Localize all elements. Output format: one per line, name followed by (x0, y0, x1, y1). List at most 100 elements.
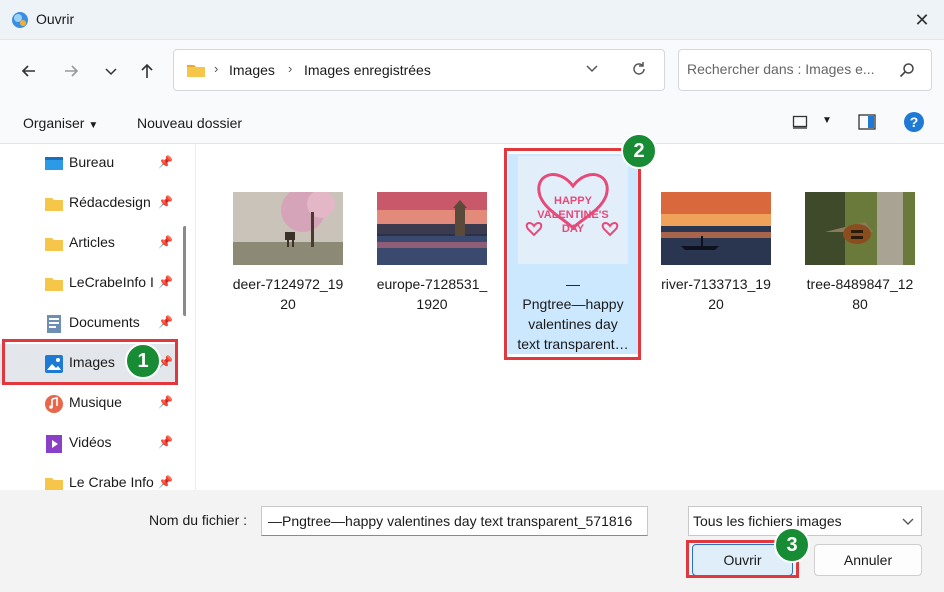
file-item-deer[interactable]: deer-7124972_19 20 (226, 144, 350, 324)
help-icon: ? (904, 112, 924, 132)
file-name-line: europe-7128531_ (376, 276, 488, 292)
navigation-pane: Bureau 📌 Rédacdesign 📌 Articles 📌 LeCrab… (0, 144, 186, 490)
file-name-line: 20 (280, 296, 296, 312)
file-name-line: 1920 (416, 296, 448, 312)
step-badge-2: 2 (621, 133, 657, 169)
organiser-label: Organiser (23, 115, 85, 131)
breadcrumb-separator-icon: › (214, 61, 219, 76)
pin-icon: 📌 (158, 155, 173, 169)
sidebar-item-articles[interactable]: Articles 📌 (0, 224, 178, 264)
sidebar-item-label: Le Crabe Info (69, 474, 154, 490)
file-name-line: tree-8489847_12 (806, 276, 914, 292)
window-title: Ouvrir (36, 11, 75, 27)
search-icon (899, 63, 914, 78)
sidebar-item-bureau[interactable]: Bureau 📌 (0, 144, 178, 184)
documents-icon (47, 315, 61, 333)
search-box[interactable] (678, 49, 932, 91)
recent-locations-button[interactable] (96, 56, 126, 86)
thumbnail-river (654, 192, 778, 265)
thumbnail-tree (798, 192, 922, 265)
sidebar-item-label: Rédacdesign (69, 194, 151, 210)
file-name-line: 20 (708, 296, 724, 312)
filetype-select[interactable]: Tous les fichiers images (688, 506, 922, 536)
sidebar-item-videos[interactable]: Vidéos 📌 (0, 424, 178, 464)
folder-icon (45, 478, 63, 490)
sidebar-item-musique[interactable]: Musique 📌 (0, 384, 178, 424)
pin-icon: 📌 (158, 475, 173, 489)
sidebar-item-label: Articles (69, 234, 115, 250)
highlight-selected-file (504, 148, 641, 360)
help-button[interactable]: ? (904, 112, 924, 132)
step-badge-1: 1 (125, 343, 161, 379)
filename-field[interactable]: —Pngtree—happy valentines day text trans… (261, 506, 648, 536)
filetype-value: Tous les fichiers images (693, 513, 842, 529)
refresh-button[interactable] (630, 60, 648, 81)
sidebar-item-label: Bureau (69, 154, 115, 170)
title-bar: Ouvrir ✕ (0, 0, 944, 40)
refresh-icon (633, 62, 645, 75)
arrow-up-icon (141, 63, 153, 78)
arrow-left-icon (21, 65, 35, 77)
thumbnail-europe (370, 192, 494, 265)
preview-pane-button[interactable] (858, 114, 876, 133)
address-bar[interactable]: › Images › Images enregistrées (173, 49, 665, 91)
sidebar-scrollbar[interactable] (183, 226, 186, 316)
pin-icon: 📌 (158, 395, 173, 409)
sidebar-item-lecrabeinfo[interactable]: LeCrabeInfo I 📌 (0, 264, 178, 304)
chevron-down-icon (586, 65, 598, 73)
pin-icon: 📌 (158, 435, 173, 449)
file-name: europe-7128531_ 1920 (370, 274, 494, 314)
sidebar-item-redacdesign[interactable]: Rédacdesign 📌 (0, 184, 178, 224)
videos-icon (46, 435, 62, 453)
sidebar-item-label: Vidéos (69, 434, 112, 450)
pin-icon: 📌 (158, 195, 173, 209)
pin-icon: 📌 (158, 275, 173, 289)
up-button[interactable] (132, 56, 162, 86)
folder-icon (45, 278, 63, 291)
back-button[interactable] (14, 56, 44, 86)
cancel-button[interactable]: Annuler (814, 544, 922, 576)
breadcrumb-images[interactable]: Images (229, 62, 275, 78)
sidebar-item-label: LeCrabeInfo I (69, 274, 154, 290)
folder-icon (45, 238, 63, 251)
file-item-tree[interactable]: tree-8489847_12 80 (798, 144, 922, 324)
app-icon (12, 12, 28, 28)
step-badge-3: 3 (774, 527, 810, 563)
music-icon (45, 395, 63, 413)
close-button[interactable]: ✕ (908, 6, 936, 34)
organiser-menu[interactable]: Organiser ▼ (23, 115, 98, 131)
caret-down-icon: ▼ (88, 120, 99, 131)
file-name: river-7133713_19 20 (654, 274, 778, 314)
sidebar-item-le-crabe-info[interactable]: Le Crabe Info 📌 (0, 464, 178, 490)
new-folder-button[interactable]: Nouveau dossier (137, 115, 242, 131)
pin-icon: 📌 (158, 235, 173, 249)
chevron-down-icon (902, 518, 914, 525)
chevron-down-icon (105, 68, 117, 76)
file-name: tree-8489847_12 80 (798, 274, 922, 314)
view-options-button[interactable] (792, 114, 808, 133)
desktop-icon (45, 157, 63, 170)
filename-label: Nom du fichier : (149, 512, 248, 528)
sidebar-item-documents[interactable]: Documents 📌 (0, 304, 178, 344)
breadcrumb-separator-icon: › (288, 61, 293, 76)
close-icon: ✕ (914, 9, 930, 30)
file-name-line: 80 (852, 296, 868, 312)
command-bar: Organiser ▼ Nouveau dossier ▼ ? (0, 102, 944, 144)
file-name-line: deer-7124972_19 (232, 276, 344, 292)
file-name-line: river-7133713_19 (661, 276, 771, 292)
view-icon (792, 115, 808, 129)
arrow-right-icon (65, 65, 79, 77)
folder-icon (187, 65, 205, 77)
thumbnail-deer (226, 192, 350, 265)
file-item-river[interactable]: river-7133713_19 20 (654, 144, 778, 324)
breadcrumb-images-enregistrees[interactable]: Images enregistrées (304, 62, 431, 78)
file-name: deer-7124972_19 20 (226, 274, 350, 314)
forward-button[interactable] (56, 56, 86, 86)
view-dropdown-caret-icon[interactable]: ▼ (822, 115, 832, 126)
folder-icon (45, 198, 63, 211)
search-input[interactable] (687, 61, 887, 77)
pin-icon: 📌 (158, 315, 173, 329)
file-item-europe[interactable]: europe-7128531_ 1920 (370, 144, 494, 324)
address-history-button[interactable] (584, 60, 600, 79)
sidebar-item-label: Musique (69, 394, 122, 410)
